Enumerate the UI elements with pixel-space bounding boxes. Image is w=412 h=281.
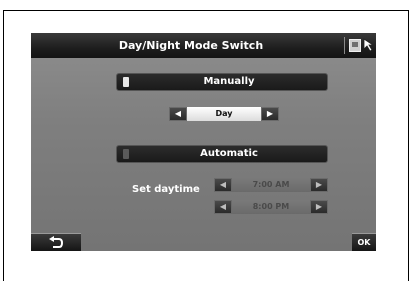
frame-left-border xyxy=(3,10,4,281)
automatic-option-button[interactable]: Automatic xyxy=(116,145,328,163)
page-title: Day/Night Mode Switch xyxy=(118,39,264,52)
frame-top-border xyxy=(3,10,409,11)
day-night-spinner: ◀ Day ▶ xyxy=(169,107,279,121)
back-cursor-icon[interactable] xyxy=(363,38,375,52)
manually-option-button[interactable]: Manually xyxy=(116,73,328,91)
automatic-toggle-knob xyxy=(123,149,129,159)
ok-button[interactable]: OK xyxy=(352,233,376,251)
frame-right-border xyxy=(408,10,409,281)
day-night-value: Day xyxy=(187,107,261,121)
arrow-left-icon[interactable]: ◀ xyxy=(214,200,232,214)
ok-label: OK xyxy=(357,238,371,247)
title-separator xyxy=(344,37,345,54)
device-screen: Day/Night Mode Switch Manually ◀ Day ▶ A… xyxy=(31,33,376,251)
daytime-end-value: 8:00 PM xyxy=(232,200,310,214)
arrow-right-icon[interactable]: ▶ xyxy=(261,107,279,121)
arrow-left-icon[interactable]: ◀ xyxy=(169,107,187,121)
arrow-right-icon[interactable]: ▶ xyxy=(310,200,328,214)
automatic-label: Automatic xyxy=(200,148,258,159)
daytime-start-value: 7:00 AM xyxy=(232,178,310,192)
back-button[interactable] xyxy=(31,233,81,251)
daytime-start-spinner: ◀ 7:00 AM ▶ xyxy=(214,178,328,192)
set-daytime-label: Set daytime xyxy=(132,184,200,195)
screen-settings-icon[interactable] xyxy=(349,39,361,52)
return-arrow-icon xyxy=(49,236,64,248)
manually-toggle-knob xyxy=(123,77,129,87)
manually-label: Manually xyxy=(203,76,255,87)
daytime-end-spinner: ◀ 8:00 PM ▶ xyxy=(214,200,328,214)
title-bar: Day/Night Mode Switch xyxy=(31,33,376,58)
arrow-left-icon[interactable]: ◀ xyxy=(214,178,232,192)
arrow-right-icon[interactable]: ▶ xyxy=(310,178,328,192)
